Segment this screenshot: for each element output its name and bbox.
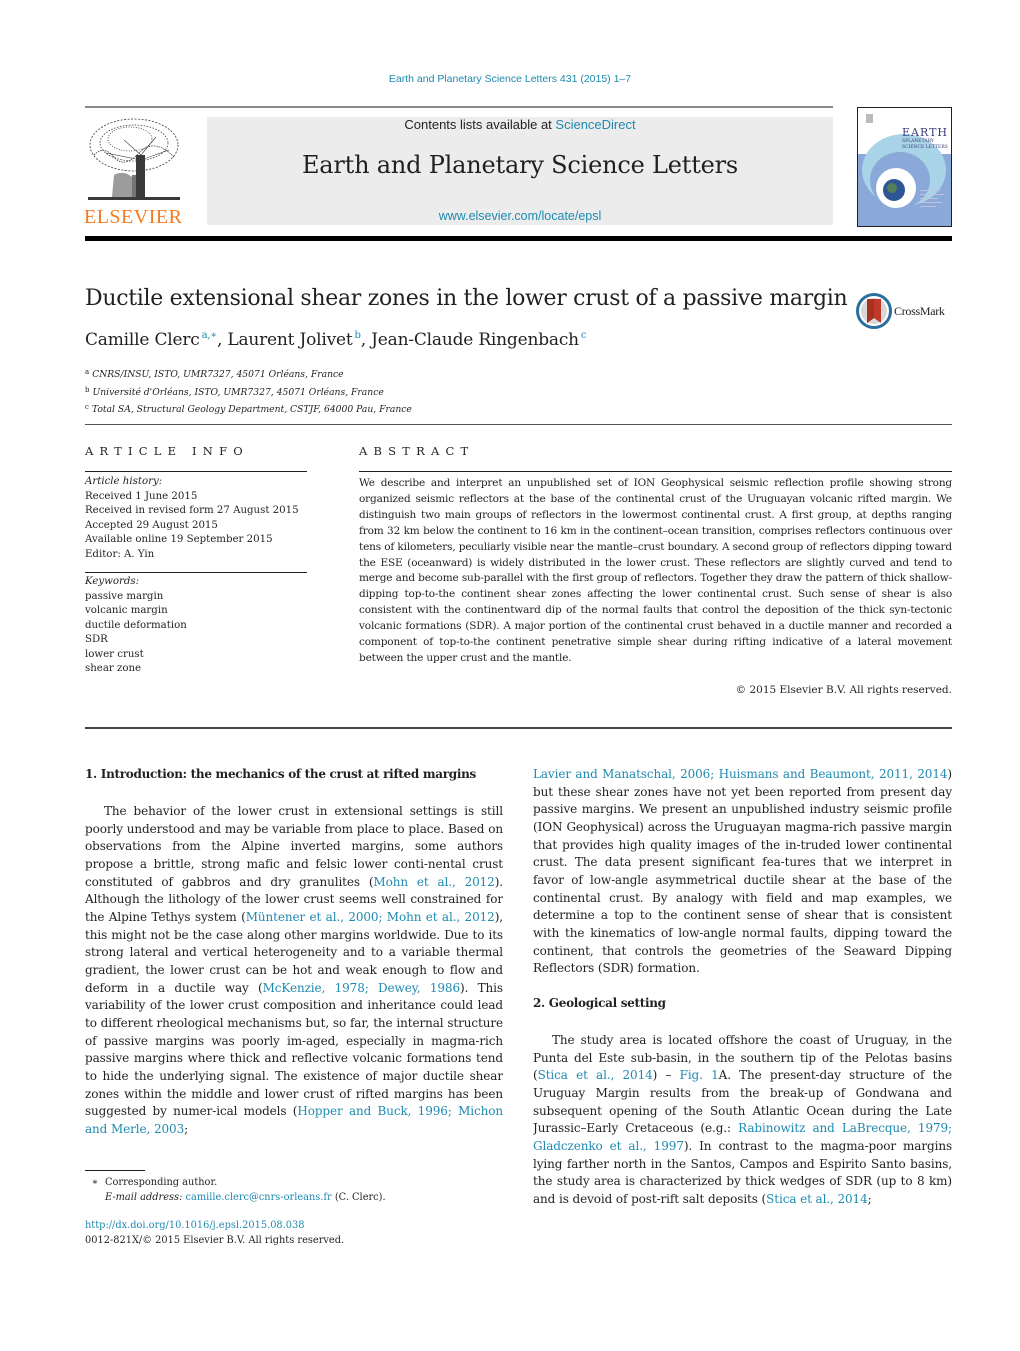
history-item: Received in revised form 27 August 2015 xyxy=(85,505,299,516)
divider xyxy=(359,471,952,472)
section-2-heading: 2. Geological setting xyxy=(533,996,666,1010)
abstract-heading: ABSTRACT xyxy=(359,444,475,458)
section-1-heading: 1. Introduction: the mechanics of the cr… xyxy=(85,767,476,781)
paragraph: Lavier and Manatschal, 2006; Huismans an… xyxy=(533,766,952,978)
affiliation-item: a CNRS/INSU, ISTO, UMR7327, 45071 Orléans… xyxy=(85,365,412,383)
author-affiliation-link[interactable]: a,∗ xyxy=(202,330,218,341)
email-link[interactable]: camille.clerc@cnrs-orleans.fr xyxy=(186,1192,332,1203)
keyword-item: passive margin xyxy=(85,590,164,602)
journal-title: Earth and Planetary Science Letters xyxy=(301,151,739,179)
corresponding-label: Corresponding author. xyxy=(105,1177,218,1188)
elsevier-wordmark: ELSEVIER xyxy=(84,206,183,228)
editor-line: Editor: A. Yin xyxy=(85,548,155,560)
elsevier-tree-icon xyxy=(88,118,180,200)
citation-link[interactable]: Mohn et al., 2012 xyxy=(373,875,494,889)
author-list: Camille Clerc a,∗, Laurent Jolivet b, Jean… xyxy=(85,330,587,350)
section-1-paragraph-left: The behavior of the lower crust in exten… xyxy=(85,803,503,1141)
cover-subtitle-2: SCIENCE LETTERS xyxy=(902,145,948,150)
issn-line: 0012-821X/© 2015 Elsevier B.V. All right… xyxy=(85,1235,345,1246)
keywords: Keywords: passive margin volcanic margin… xyxy=(85,575,187,677)
footnote-star: ∗ xyxy=(91,1177,99,1188)
author-affiliation-link[interactable]: c xyxy=(581,330,587,341)
affiliation-key: a xyxy=(85,368,90,376)
divider xyxy=(85,424,952,425)
divider xyxy=(85,727,952,729)
author-name: Jean-Claude Ringenbach xyxy=(371,330,579,350)
keyword-item: lower crust xyxy=(85,648,144,660)
author-name: Camille Clerc xyxy=(85,330,200,350)
running-head[interactable]: Earth and Planetary Science Letters 431 … xyxy=(0,73,1020,85)
doi-block: http://dx.doi.org/10.1016/j.epsl.2015.08… xyxy=(85,1218,344,1248)
keyword-item: shear zone xyxy=(85,663,142,674)
paragraph-text: ; xyxy=(867,1191,872,1206)
contents-prefix: Contents lists available at xyxy=(404,117,556,132)
affiliation-text: Université d'Orléans, ISTO, UMR7327, 450… xyxy=(92,386,384,398)
cover-subtitle-1: SPLANETARY xyxy=(902,139,934,144)
author-separator: , xyxy=(216,330,228,350)
paragraph-text: ) – xyxy=(652,1068,680,1083)
history-item: Available online 19 September 2015 xyxy=(85,534,273,545)
affiliation-text: CNRS/INSU, ISTO, UMR7327, 45071 Orléans,… xyxy=(92,369,344,380)
affiliation-key: b xyxy=(85,385,90,394)
author-name: Laurent Jolivet xyxy=(227,330,353,350)
affiliation-text: Total SA, Structural Geology Department,… xyxy=(91,404,412,415)
sciencedirect-link[interactable]: ScienceDirect xyxy=(555,117,635,132)
history-item: Received 1 June 2015 xyxy=(85,490,198,502)
citation-link[interactable]: Müntener et al., 2000; Mohn et al., 2012 xyxy=(246,910,495,924)
keyword-item: volcanic margin xyxy=(85,605,168,616)
contents-line: Contents lists available at ScienceDirec… xyxy=(207,117,833,132)
affiliation-item: b Université d'Orléans, ISTO, UMR7327, 45… xyxy=(85,383,412,401)
citation-link[interactable]: Fig. 1 xyxy=(680,1068,719,1082)
crossmark-icon xyxy=(856,293,892,329)
paragraph-text: ) but these shear zones have not yet bee… xyxy=(533,767,952,976)
email-label: E-mail address: xyxy=(105,1192,186,1203)
article-title: Ductile extensional shear zones in the l… xyxy=(85,286,848,311)
journal-url-link[interactable]: www.elsevier.com/locate/epsl xyxy=(207,209,833,223)
affiliation-item: c Total SA, Structural Geology Department… xyxy=(85,400,412,418)
section-1-paragraph-right: Lavier and Manatschal, 2006; Huismans an… xyxy=(533,766,952,978)
citation-link[interactable]: McKenzie, 1978; Dewey, 1986 xyxy=(263,981,461,995)
divider xyxy=(85,471,307,472)
corresponding-author-footnote: ∗ Corresponding author. E-mail address: c… xyxy=(85,1175,386,1205)
citation-link[interactable]: Stica et al., 2014 xyxy=(538,1068,653,1082)
abstract-text: We describe and interpret an unpublished… xyxy=(359,477,952,664)
crossmark-label: CrossMark xyxy=(894,304,945,318)
article-info-heading: ARTICLE INFO xyxy=(85,444,249,458)
history-item: Accepted 29 August 2015 xyxy=(85,519,218,531)
doi-link[interactable]: http://dx.doi.org/10.1016/j.epsl.2015.08… xyxy=(85,1218,344,1233)
cover-title: EARTH xyxy=(902,126,948,139)
divider xyxy=(85,572,307,573)
footnote-rule xyxy=(85,1170,145,1171)
history-label: Article history: xyxy=(85,476,163,487)
journal-cover-thumbnail[interactable]: EARTH SPLANETARY SCIENCE LETTERS xyxy=(857,107,952,227)
section-2-paragraph: The study area is located offshore the c… xyxy=(533,1032,952,1210)
paragraph: The study area is located offshore the c… xyxy=(533,1032,952,1209)
author-separator: , xyxy=(360,330,372,350)
article-history: Article history: Received 1 June 2015 Re… xyxy=(85,475,299,562)
keywords-label: Keywords: xyxy=(85,576,140,587)
paragraph-text: ; xyxy=(184,1121,189,1136)
citation-link[interactable]: Stica et al., 2014 xyxy=(766,1192,868,1206)
keyword-item: SDR xyxy=(85,634,108,645)
abstract-copyright: © 2015 Elsevier B.V. All rights reserved… xyxy=(735,684,952,696)
affiliations: a CNRS/INSU, ISTO, UMR7327, 45071 Orléans… xyxy=(85,365,412,418)
email-suffix: (C. Clerc). xyxy=(331,1192,386,1203)
paragraph-text: ). This variability of the lower crust c… xyxy=(85,980,503,1119)
affiliation-key: c xyxy=(85,403,89,411)
crossmark-button[interactable]: CrossMark xyxy=(856,293,956,329)
top-rule xyxy=(85,106,833,108)
citation-link[interactable]: Lavier and Manatschal, 2006; Huismans an… xyxy=(533,767,948,781)
header-thick-rule xyxy=(85,236,952,241)
keyword-item: ductile deformation xyxy=(85,619,187,631)
paragraph: The behavior of the lower crust in exten… xyxy=(85,803,503,1138)
